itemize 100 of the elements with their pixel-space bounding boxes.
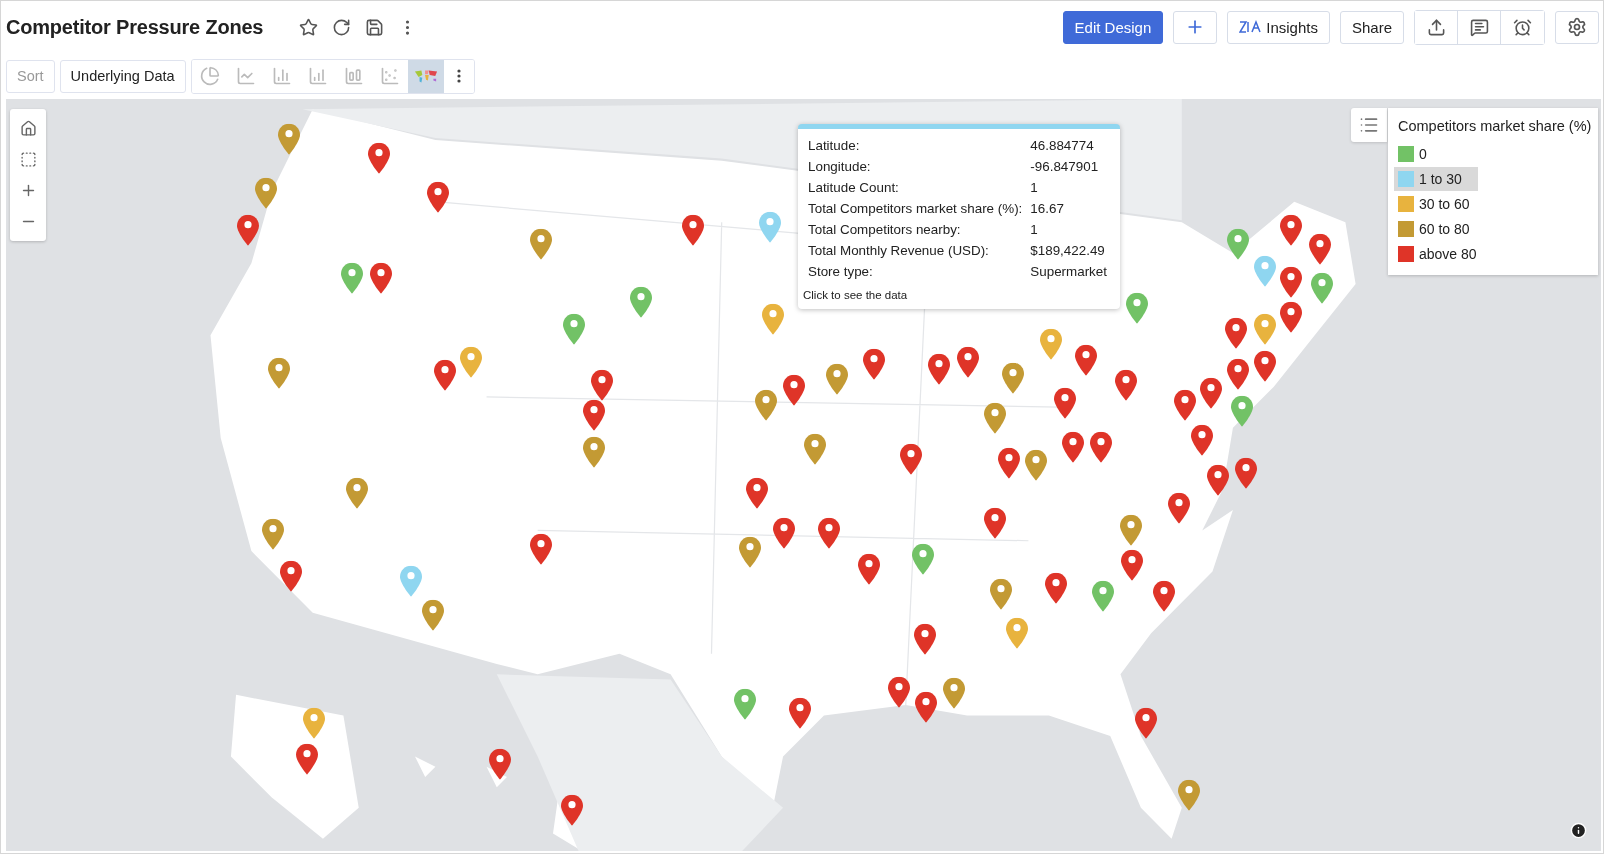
map-pin[interactable] bbox=[928, 353, 951, 385]
map-pin[interactable] bbox=[295, 744, 318, 776]
map-pin[interactable] bbox=[957, 346, 980, 378]
map-pin[interactable] bbox=[1235, 457, 1258, 489]
map-pin[interactable] bbox=[789, 697, 812, 729]
map-pin[interactable] bbox=[998, 447, 1020, 479]
map-pin[interactable] bbox=[1280, 266, 1303, 298]
map-pin[interactable] bbox=[278, 123, 301, 155]
chart-type-button[interactable] bbox=[407, 59, 444, 93]
legend-label: above 80 bbox=[1419, 246, 1477, 262]
map-pin[interactable] bbox=[591, 370, 614, 402]
map-pin[interactable] bbox=[1280, 301, 1303, 333]
map-pin[interactable] bbox=[1135, 708, 1157, 740]
tooltip-value: 16.67 bbox=[1030, 201, 1065, 216]
info-icon[interactable] bbox=[1570, 822, 1587, 839]
map-pin[interactable] bbox=[427, 182, 450, 214]
map-pin[interactable] bbox=[989, 578, 1012, 610]
map-pin[interactable] bbox=[261, 519, 284, 551]
map-pin[interactable] bbox=[783, 374, 806, 406]
map-pin[interactable] bbox=[582, 436, 605, 468]
legend-item[interactable]: 0 bbox=[1394, 142, 1478, 166]
tooltip-value: -96.847901 bbox=[1030, 159, 1100, 174]
map-pin[interactable] bbox=[1177, 780, 1200, 812]
map-pin[interactable] bbox=[739, 536, 762, 568]
map-pin[interactable] bbox=[1280, 215, 1303, 247]
map-pin[interactable] bbox=[280, 560, 303, 592]
export-icon[interactable] bbox=[1415, 10, 1458, 44]
map-pin[interactable] bbox=[914, 623, 937, 655]
map-pin[interactable] bbox=[887, 676, 910, 708]
map-pin[interactable] bbox=[1119, 515, 1142, 546]
map-pin[interactable] bbox=[1114, 370, 1137, 402]
settings-button[interactable] bbox=[1555, 10, 1599, 44]
bar-chart-icon bbox=[343, 66, 364, 86]
legend-item[interactable]: 1 to 30 bbox=[1394, 167, 1478, 191]
map-pin[interactable] bbox=[857, 554, 880, 586]
map-pin[interactable] bbox=[1153, 580, 1176, 612]
map-pin[interactable] bbox=[899, 444, 922, 476]
bar-chart-icon bbox=[307, 66, 328, 86]
map-pin[interactable] bbox=[803, 433, 826, 465]
map-pin[interactable] bbox=[488, 748, 511, 780]
map-pin[interactable] bbox=[561, 794, 584, 826]
map-pin[interactable] bbox=[818, 518, 841, 550]
map-pin[interactable] bbox=[915, 691, 938, 723]
legend-item[interactable]: 30 to 60 bbox=[1394, 192, 1478, 216]
legend-item[interactable]: 60 to 80 bbox=[1394, 217, 1478, 241]
bar-chart-icon bbox=[271, 66, 292, 86]
tooltip-value: 1 bbox=[1030, 180, 1039, 195]
map-pin[interactable] bbox=[1167, 492, 1190, 524]
tooltip-label: Total Monthly Revenue (USD): bbox=[808, 243, 990, 258]
map-pin[interactable] bbox=[1308, 233, 1331, 265]
map-pin[interactable] bbox=[1062, 431, 1085, 463]
underlying-data-button[interactable]: Underlying Data bbox=[59, 59, 186, 93]
map-pin[interactable] bbox=[254, 178, 277, 210]
map-pin[interactable] bbox=[1225, 317, 1247, 349]
map-pin[interactable] bbox=[370, 262, 393, 294]
map-pin[interactable] bbox=[529, 533, 552, 565]
map-pin[interactable] bbox=[1045, 572, 1068, 604]
map-pin[interactable] bbox=[1227, 358, 1250, 390]
map-pin[interactable] bbox=[863, 348, 886, 380]
map-pin[interactable] bbox=[1074, 344, 1097, 376]
map-pin[interactable] bbox=[773, 518, 796, 550]
map-pin[interactable] bbox=[1253, 350, 1276, 382]
map-pin[interactable] bbox=[746, 478, 769, 509]
legend-label: 30 to 60 bbox=[1419, 196, 1470, 212]
tooltip-value: 1 bbox=[1030, 222, 1039, 237]
tooltip-label: Total Competitors nearby: bbox=[808, 222, 962, 237]
map-pin[interactable] bbox=[1090, 431, 1112, 463]
insights-button[interactable]: Insights bbox=[1227, 10, 1330, 44]
map-pin[interactable] bbox=[1120, 549, 1143, 581]
map-pin[interactable] bbox=[433, 359, 456, 391]
add-button[interactable] bbox=[1173, 10, 1218, 44]
map-pin[interactable] bbox=[826, 364, 849, 395]
map-pin[interactable] bbox=[1002, 362, 1025, 394]
map-pin[interactable] bbox=[942, 677, 965, 709]
legend-toggle-icon[interactable] bbox=[1351, 108, 1387, 142]
tooltip-link[interactable]: Click to see the data bbox=[803, 289, 1110, 301]
map-pin[interactable] bbox=[368, 143, 391, 175]
map-pin[interactable] bbox=[1173, 389, 1196, 421]
legend-label: 0 bbox=[1419, 146, 1427, 162]
map-pin[interactable] bbox=[422, 599, 445, 631]
edit-design-button[interactable]: Edit Design bbox=[1062, 10, 1164, 44]
map-pin[interactable] bbox=[1024, 449, 1047, 481]
more-icon bbox=[456, 69, 461, 83]
map-pin[interactable] bbox=[237, 215, 260, 247]
map-pin[interactable] bbox=[754, 389, 777, 421]
line-chart-icon bbox=[235, 66, 256, 86]
tooltip-value: Supermarket bbox=[1030, 264, 1108, 279]
map-pin[interactable] bbox=[268, 357, 290, 389]
map-pin[interactable] bbox=[682, 215, 705, 247]
map-pin[interactable] bbox=[582, 399, 605, 431]
map-pin[interactable] bbox=[1206, 464, 1229, 496]
map-pin[interactable] bbox=[1191, 424, 1214, 456]
map-pin[interactable] bbox=[1200, 377, 1223, 409]
share-button[interactable]: Share bbox=[1339, 10, 1404, 44]
map-pin[interactable] bbox=[983, 403, 1006, 435]
legend-item[interactable]: above 80 bbox=[1394, 242, 1481, 266]
map-pin[interactable] bbox=[345, 478, 368, 509]
map-pin[interactable] bbox=[529, 228, 552, 260]
map-pin[interactable] bbox=[983, 507, 1006, 539]
map-pin[interactable] bbox=[1054, 387, 1077, 419]
